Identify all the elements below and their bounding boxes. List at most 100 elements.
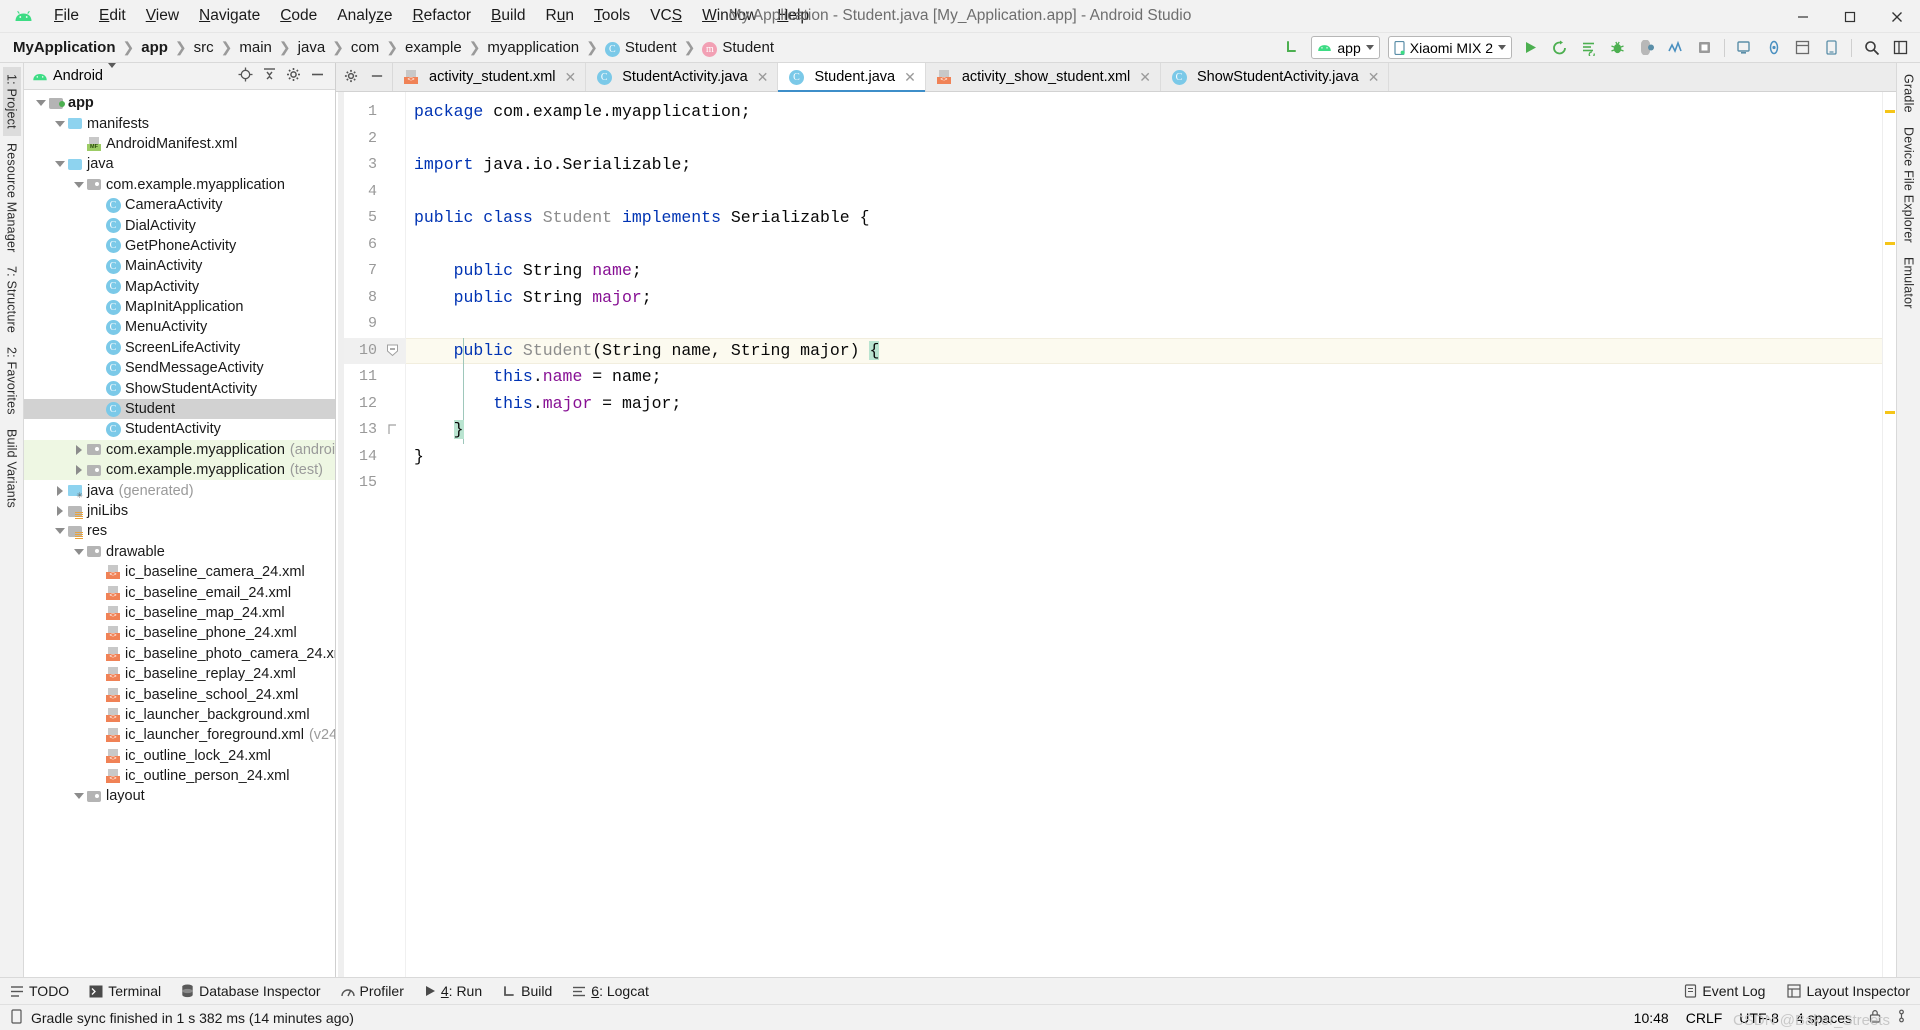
tree-node[interactable]: drawable xyxy=(24,542,335,562)
tree-node[interactable]: C GetPhoneActivity xyxy=(24,236,335,256)
tree-node[interactable]: com.example.myapplication xyxy=(24,175,335,195)
chevron-right-icon[interactable] xyxy=(53,506,66,516)
breadcrumb-item-com[interactable]: com xyxy=(348,37,382,58)
menu-item-window[interactable]: Window xyxy=(692,4,767,28)
tree-node[interactable]: C ScreenLifeActivity xyxy=(24,338,335,358)
editor-tab-studentactivity-java[interactable]: C StudentActivity.java ✕ xyxy=(586,63,779,91)
tree-node[interactable]: C MapInitApplication xyxy=(24,297,335,317)
search-icon[interactable] xyxy=(1858,35,1885,61)
breadcrumb-item-java[interactable]: java xyxy=(295,37,329,58)
tool-window-todo[interactable]: TODO xyxy=(10,983,69,999)
run-configuration-selector[interactable]: app xyxy=(1311,36,1380,59)
tree-node[interactable]: C StudentActivity xyxy=(24,419,335,439)
project-tree[interactable]: app manifests MF AndroidManifest.xml java com… xyxy=(24,90,335,977)
gradle-sync-button[interactable] xyxy=(1760,35,1787,61)
tree-node[interactable]: <> ic_baseline_map_24.xml xyxy=(24,603,335,623)
close-icon[interactable]: ✕ xyxy=(1368,69,1380,86)
tree-node[interactable]: C SendMessageActivity xyxy=(24,358,335,378)
tree-node[interactable]: <> ic_launcher_background.xml xyxy=(24,705,335,725)
editor-tab-activity-show-student-xml[interactable]: <> activity_show_student.xml ✕ xyxy=(925,63,1161,91)
sdk-manager-button[interactable] xyxy=(1691,35,1718,61)
apply-changes-button[interactable] xyxy=(1546,35,1573,61)
tree-node[interactable]: com.example.myapplication(androidTe xyxy=(24,439,335,461)
menu-item-tools[interactable]: Tools xyxy=(584,4,640,28)
make-project-button[interactable] xyxy=(1279,35,1306,61)
menu-item-build[interactable]: Build xyxy=(481,4,535,28)
run-button[interactable] xyxy=(1517,35,1544,61)
chevron-right-icon[interactable] xyxy=(53,485,66,496)
profile-button[interactable] xyxy=(1662,35,1689,61)
device-manager-button[interactable] xyxy=(1818,35,1845,61)
rail-tab-7-structure[interactable]: 7: Structure xyxy=(3,259,21,340)
rail-tab-gradle[interactable]: Gradle xyxy=(1900,67,1918,120)
tree-node[interactable]: com.example.myapplication (test) xyxy=(24,460,335,481)
close-button[interactable] xyxy=(1873,0,1920,33)
tree-node[interactable]: java(generated) xyxy=(24,480,335,500)
encoding-indicator[interactable]: UTF-8 xyxy=(1739,1010,1779,1026)
breadcrumb-item-main[interactable]: main xyxy=(236,37,275,58)
close-icon[interactable]: ✕ xyxy=(1139,69,1151,86)
rail-tab-build-variants[interactable]: Build Variants xyxy=(3,422,21,515)
hide-editor-icon[interactable] xyxy=(370,69,384,86)
menu-item-edit[interactable]: Edit xyxy=(89,4,136,28)
menu-item-view[interactable]: View xyxy=(136,4,189,28)
editor-gutter[interactable]: 1 2 3 4 5 6 7 8 9 10 11 12 13 14 15 xyxy=(336,92,406,977)
tool-window-event-log[interactable]: Event Log xyxy=(1684,983,1765,999)
breadcrumb-item-app[interactable]: app xyxy=(138,37,171,58)
tree-node[interactable]: <> ic_baseline_email_24.xml xyxy=(24,582,335,602)
editor-tab-student-java[interactable]: C Student.java ✕ xyxy=(778,63,926,92)
tree-node[interactable]: <> ic_baseline_phone_24.xml xyxy=(24,623,335,643)
chevron-down-icon[interactable] xyxy=(72,548,85,555)
branch-icon[interactable] xyxy=(1898,1009,1912,1026)
close-icon[interactable]: ✕ xyxy=(904,69,916,86)
notification-icon[interactable] xyxy=(10,1008,23,1027)
indent-indicator[interactable]: 4 spaces xyxy=(1796,1010,1852,1026)
tree-node[interactable]: C ShowStudentActivity xyxy=(24,378,335,398)
stripe-mark[interactable] xyxy=(1885,242,1895,246)
debug-button[interactable] xyxy=(1604,35,1631,61)
breadcrumb-item-src[interactable]: src xyxy=(191,37,217,58)
tool-window-6-logcat[interactable]: 6: Logcat xyxy=(572,983,649,999)
chevron-down-icon[interactable] xyxy=(107,63,116,84)
device-selector[interactable]: Xiaomi MIX 2 xyxy=(1387,36,1512,59)
tree-node[interactable]: <> ic_baseline_photo_camera_24.xml xyxy=(24,644,335,664)
menu-item-vcs[interactable]: VCS xyxy=(640,4,692,28)
tool-window-profiler[interactable]: Profiler xyxy=(340,983,404,999)
tree-node[interactable]: res xyxy=(24,521,335,541)
breadcrumb-item-student[interactable]: C Student xyxy=(602,37,680,59)
close-icon[interactable]: ✕ xyxy=(565,69,577,86)
chevron-down-icon[interactable] xyxy=(53,161,66,168)
tool-window-4-run[interactable]: 4: Run xyxy=(424,983,482,999)
tree-node[interactable]: <> ic_outline_lock_24.xml xyxy=(24,746,335,766)
lock-icon[interactable] xyxy=(1869,1009,1881,1026)
fold-end-icon[interactable] xyxy=(386,423,399,436)
close-icon[interactable]: ✕ xyxy=(757,69,769,86)
gear-icon[interactable] xyxy=(344,69,358,86)
stripe-mark[interactable] xyxy=(1885,410,1895,414)
tree-node[interactable]: jniLibs xyxy=(24,501,335,521)
menu-item-run[interactable]: Run xyxy=(536,4,584,28)
chevron-right-icon[interactable] xyxy=(72,465,85,476)
chevron-down-icon[interactable] xyxy=(53,120,66,127)
code-content[interactable]: package com.example.myapplication; import… xyxy=(406,92,1882,977)
tree-node[interactable]: C Student xyxy=(24,398,335,420)
tool-window-layout-inspector[interactable]: Layout Inspector xyxy=(1787,983,1910,999)
apply-code-changes-button[interactable] xyxy=(1575,35,1602,61)
tool-window-terminal[interactable]: Terminal xyxy=(89,983,161,999)
avd-manager-button[interactable] xyxy=(1731,35,1758,61)
tool-window-build[interactable]: Build xyxy=(502,983,552,999)
chevron-down-icon[interactable] xyxy=(34,100,47,107)
editor-tab-activity-student-xml[interactable]: <> activity_student.xml ✕ xyxy=(393,63,587,91)
tree-node[interactable]: <> ic_baseline_school_24.xml xyxy=(24,684,335,704)
line-separator-indicator[interactable]: CRLF xyxy=(1686,1010,1723,1026)
tree-node[interactable]: <>ic_launcher_foreground.xml(v24) xyxy=(24,725,335,745)
tree-node[interactable]: <> ic_baseline_replay_24.xml xyxy=(24,664,335,684)
minimize-button[interactable] xyxy=(1779,0,1826,33)
rail-tab-resource-manager[interactable]: Resource Manager xyxy=(3,136,21,260)
fold-collapse-icon[interactable] xyxy=(386,344,399,357)
chevron-down-icon[interactable] xyxy=(72,793,85,800)
breadcrumb-item-student[interactable]: m Student xyxy=(699,37,777,59)
tree-node[interactable]: C MapActivity xyxy=(24,277,335,297)
tree-node[interactable]: layout xyxy=(24,786,335,806)
rail-tab-1-project[interactable]: 1: Project xyxy=(2,67,21,136)
